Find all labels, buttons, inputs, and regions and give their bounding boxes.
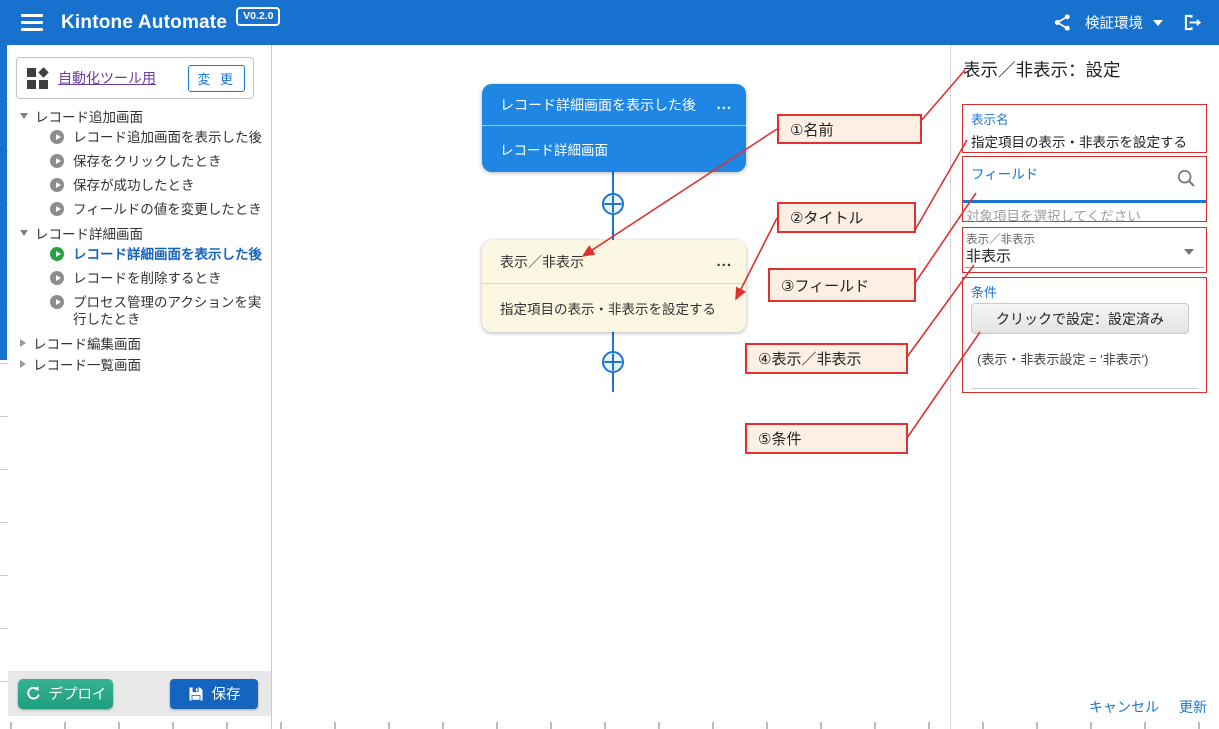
condition-summary: (表示・非表示設定 = '非表示')	[977, 349, 1148, 368]
annotation-visibility: ④表示／非表示	[745, 343, 908, 374]
node-menu-icon[interactable]: ...	[716, 253, 732, 270]
sync-icon	[25, 685, 42, 702]
visibility-select[interactable]: 表示／非表示 非表示	[962, 227, 1207, 273]
save-button[interactable]: 保存	[170, 679, 258, 709]
chevron-down-icon[interactable]	[1153, 20, 1163, 26]
search-icon[interactable]	[1176, 168, 1197, 189]
app-title: Kintone Automate	[61, 12, 227, 34]
tree-item[interactable]: 保存が成功したとき	[8, 174, 271, 198]
tree-play-icon	[50, 295, 64, 309]
settings-panel: 表示／非表示：設定 表示名 指定項目の表示・非表示を設定する フィールド 対象項…	[950, 45, 1219, 729]
node-menu-icon[interactable]: ...	[716, 96, 732, 113]
tree-play-icon	[50, 154, 64, 168]
tree-group-record-list[interactable]: レコード一覧画面	[8, 353, 271, 374]
tree-caret-icon[interactable]	[20, 360, 26, 368]
annotation-name: ①名前	[777, 114, 922, 144]
trigger-node-title: レコード詳細画面を表示した後	[500, 95, 696, 115]
environment-selector[interactable]: 検証環境	[1085, 12, 1143, 33]
trigger-node[interactable]: レコード詳細画面を表示した後 ... レコード詳細画面	[482, 84, 746, 172]
tree-caret-icon[interactable]	[20, 113, 28, 119]
display-name-section: 表示名 指定項目の表示・非表示を設定する	[962, 104, 1207, 153]
annotation-title: ②タイトル	[777, 202, 916, 233]
cancel-link[interactable]: キャンセル	[1089, 697, 1159, 717]
update-link[interactable]: 更新	[1179, 697, 1207, 717]
change-app-button[interactable]: 変 更	[188, 65, 245, 92]
add-step-icon[interactable]	[601, 192, 625, 216]
tree-group-record-detail[interactable]: レコード詳細画面	[8, 222, 271, 243]
annotation-condition: ⑤条件	[745, 423, 908, 454]
dropdown-caret-icon[interactable]	[1184, 249, 1194, 255]
tree-play-icon	[50, 202, 64, 216]
tree-play-icon	[50, 130, 64, 144]
action-node-title: 表示／非表示	[500, 252, 584, 272]
top-bar: Kintone Automate V0.2.0 検証環境	[0, 0, 1219, 45]
sidebar-footer: デプロイ 保存	[8, 671, 271, 716]
app-grid-icon	[27, 68, 48, 89]
trigger-node-header: レコード詳細画面を表示した後 ...	[482, 84, 746, 125]
display-name-label: 表示名	[971, 109, 1198, 128]
trigger-node-subtitle: レコード詳細画面	[482, 125, 746, 172]
event-tree: レコード追加画面 レコード追加画面を表示した後 保存をクリックしたとき 保存が成…	[8, 105, 271, 374]
tree-play-icon	[50, 271, 64, 285]
deploy-button[interactable]: デプロイ	[18, 679, 113, 709]
annotation-field: ③フィールド	[768, 268, 916, 302]
tree-item[interactable]: フィールドの値を変更したとき	[8, 198, 271, 222]
tree-caret-icon[interactable]	[20, 339, 26, 347]
tree-group-label: レコード追加画面	[35, 106, 143, 126]
left-edge-scroll-indicator	[0, 45, 7, 360]
tree-group-label: レコード編集画面	[33, 333, 141, 353]
left-edge-ruler	[0, 45, 8, 729]
panel-title: 表示／非表示：設定	[963, 57, 1121, 82]
visibility-value: 非表示	[966, 245, 1011, 266]
tree-group-record-edit[interactable]: レコード編集画面	[8, 332, 271, 353]
save-icon	[188, 686, 204, 702]
tree-item-active[interactable]: レコード詳細画面を表示した後	[8, 243, 271, 267]
top-bar-actions: 検証環境	[1053, 12, 1203, 33]
tree-group-record-add[interactable]: レコード追加画面	[8, 105, 271, 126]
action-node-subtitle: 指定項目の表示・非表示を設定する	[482, 283, 746, 332]
tree-item[interactable]: 保存をクリックしたとき	[8, 150, 271, 174]
share-icon[interactable]	[1053, 13, 1072, 32]
logout-icon[interactable]	[1182, 13, 1203, 32]
tree-item[interactable]: レコードを削除するとき	[8, 267, 271, 291]
tree-group-label: レコード一覧画面	[33, 354, 141, 374]
tree-item[interactable]: プロセス管理のアクションを実行したとき	[8, 291, 271, 332]
field-section: フィールド 対象項目を選択してください	[962, 156, 1207, 222]
sidebar: 自動化ツール用 変 更 レコード追加画面 レコード追加画面を表示した後 保存をク…	[8, 45, 272, 729]
field-placeholder: 対象項目を選択してください	[966, 205, 1141, 225]
select-underline	[965, 267, 1204, 268]
version-badge: V0.2.0	[236, 7, 280, 26]
divider	[971, 388, 1198, 389]
condition-label: 条件	[971, 282, 997, 301]
app-selector-card: 自動化ツール用 変 更	[16, 57, 254, 99]
panel-footer: キャンセル 更新	[1089, 697, 1207, 717]
tree-play-icon	[50, 178, 64, 192]
tree-group-label: レコード詳細画面	[35, 223, 143, 243]
app-name-link[interactable]: 自動化ツール用	[58, 68, 156, 88]
field-label: フィールド	[971, 163, 1038, 183]
hamburger-menu-icon[interactable]	[21, 14, 43, 31]
action-node[interactable]: 表示／非表示 ... 指定項目の表示・非表示を設定する	[482, 240, 746, 332]
condition-section: 条件 クリックで設定：設定済み (表示・非表示設定 = '非表示')	[962, 277, 1207, 393]
kintone-automate-app: Kintone Automate V0.2.0 検証環境 自動化ツール用 変 更	[0, 0, 1219, 729]
condition-configure-button[interactable]: クリックで設定：設定済み	[971, 303, 1189, 334]
tree-play-icon-active	[50, 247, 64, 261]
field-search-input[interactable]	[963, 200, 1206, 203]
display-name-value[interactable]: 指定項目の表示・非表示を設定する	[971, 131, 1198, 151]
tree-item[interactable]: レコード追加画面を表示した後	[8, 126, 271, 150]
tree-caret-icon[interactable]	[20, 230, 28, 236]
action-node-header: 表示／非表示 ...	[482, 240, 746, 283]
add-step-icon[interactable]	[601, 350, 625, 374]
